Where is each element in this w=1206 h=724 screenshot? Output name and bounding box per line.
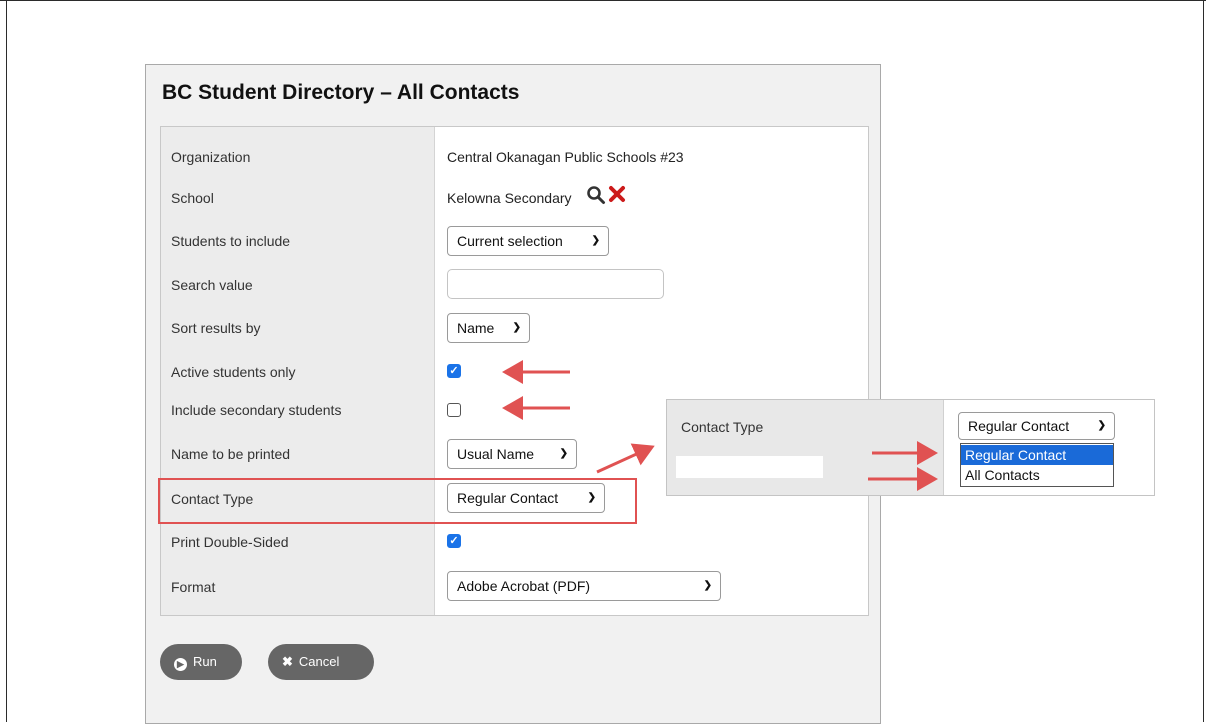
print-double-sided-label: Print Double-Sided — [171, 534, 289, 550]
chevron-down-icon: ❯ — [1097, 420, 1106, 431]
name-to-be-printed-select[interactable]: Usual Name ❯ — [447, 439, 577, 469]
frame-top-border — [0, 0, 1206, 1]
contact-type-callout: Contact Type Regular Contact ❯ Regular C… — [666, 399, 1155, 496]
chevron-down-icon: ❯ — [703, 580, 712, 591]
callout-select-value: Regular Contact — [968, 418, 1070, 434]
search-value-input[interactable] — [447, 269, 664, 299]
frame-left-border — [6, 0, 7, 722]
active-students-only-checkbox[interactable]: ✓ — [447, 364, 461, 378]
organization-label: Organization — [171, 149, 251, 165]
contact-type-highlight — [158, 478, 637, 524]
dialog-title: BC Student Directory – All Contacts — [162, 81, 520, 104]
print-double-sided-checkbox[interactable]: ✓ — [447, 534, 461, 548]
format-label: Format — [171, 579, 216, 595]
report-dialog: BC Student Directory – All Contacts Orga… — [145, 64, 881, 724]
chevron-down-icon: ❯ — [512, 322, 521, 333]
students-to-include-label: Students to include — [171, 233, 291, 249]
school-label: School — [171, 190, 214, 206]
name-to-be-printed-label: Name to be printed — [171, 446, 291, 462]
sort-results-by-value: Name — [457, 320, 495, 336]
frame-right-border — [1203, 0, 1204, 722]
callout-contact-type-label: Contact Type — [681, 419, 764, 435]
close-icon[interactable] — [608, 185, 626, 209]
play-icon: ▶ — [174, 658, 187, 671]
search-icon[interactable] — [586, 185, 606, 210]
cancel-button-label: Cancel — [298, 654, 340, 669]
dropdown-option-regular-contact[interactable]: Regular Contact — [961, 445, 1113, 465]
callout-blank-field — [676, 456, 823, 478]
callout-contact-type-select[interactable]: Regular Contact ❯ — [958, 412, 1115, 440]
cancel-button[interactable]: ✖ Cancel — [268, 644, 374, 680]
form-panel: Organization Central Okanagan Public Sch… — [160, 126, 869, 616]
format-select[interactable]: Adobe Acrobat (PDF) ❯ — [447, 571, 721, 601]
close-icon: ✖ — [282, 654, 293, 669]
include-secondary-checkbox[interactable] — [447, 403, 461, 417]
contact-type-dropdown-list: Regular Contact All Contacts — [960, 443, 1114, 487]
school-value: Kelowna Secondary — [447, 190, 572, 206]
chevron-down-icon: ❯ — [559, 448, 568, 459]
include-secondary-label: Include secondary students — [171, 402, 342, 418]
callout-label-column — [667, 400, 944, 495]
dropdown-option-all-contacts[interactable]: All Contacts — [961, 465, 1113, 485]
sort-results-by-select[interactable]: Name ❯ — [447, 313, 530, 343]
students-to-include-select[interactable]: Current selection ❯ — [447, 226, 609, 256]
active-students-only-label: Active students only — [171, 364, 296, 380]
sort-results-by-label: Sort results by — [171, 320, 261, 336]
name-to-be-printed-value: Usual Name — [457, 446, 535, 462]
format-value: Adobe Acrobat (PDF) — [457, 578, 591, 594]
run-button-label: Run — [193, 654, 217, 669]
search-value-label: Search value — [171, 277, 253, 293]
run-button[interactable]: ▶ Run — [160, 644, 242, 680]
organization-value: Central Okanagan Public Schools #23 — [447, 149, 684, 165]
students-to-include-value: Current selection — [457, 233, 563, 249]
chevron-down-icon: ❯ — [591, 235, 600, 246]
